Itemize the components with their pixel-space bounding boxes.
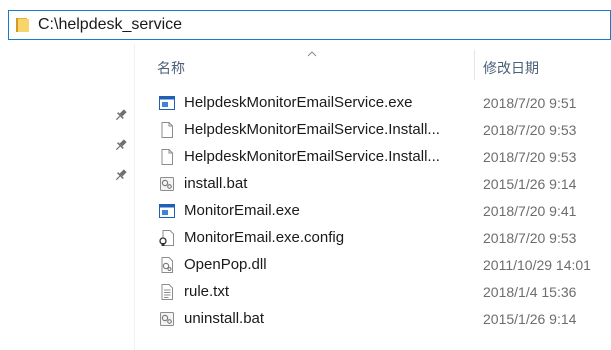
file-date: 2018/7/20 9:51 — [483, 95, 577, 111]
file-name: OpenPop.dll — [184, 256, 267, 273]
file-name: HelpdeskMonitorEmailService.exe — [184, 94, 413, 111]
text-file-icon — [159, 284, 175, 300]
file-date: 2011/10/29 14:01 — [483, 257, 591, 273]
file-name: install.bat — [184, 175, 248, 192]
exe-icon — [159, 95, 175, 111]
file-name: MonitorEmail.exe — [184, 202, 300, 219]
file-list: HelpdeskMonitorEmailService.exe 2018/7/2… — [135, 90, 611, 333]
sort-ascending-icon — [307, 45, 317, 57]
file-name: MonitorEmail.exe.config — [184, 229, 345, 246]
dll-icon — [159, 257, 175, 273]
folder-icon — [16, 17, 29, 33]
file-date: 2015/1/26 9:14 — [483, 176, 577, 192]
column-header: 名称 修改日期 — [135, 48, 611, 84]
batch-file-icon — [159, 311, 175, 327]
file-row[interactable]: HelpdeskMonitorEmailService.exe 2018/7/2… — [135, 90, 611, 117]
file-date: 2015/1/26 9:14 — [483, 311, 577, 327]
file-row[interactable]: rule.txt 2018/1/4 15:36 — [135, 279, 611, 306]
file-date: 2018/7/20 9:53 — [483, 149, 577, 165]
file-row[interactable]: MonitorEmail.exe.config 2018/7/20 9:53 — [135, 225, 611, 252]
file-row[interactable]: HelpdeskMonitorEmailService.Install... 2… — [135, 117, 611, 144]
column-header-name[interactable]: 名称 — [157, 58, 185, 78]
pin-icon[interactable] — [114, 108, 128, 122]
document-icon — [159, 149, 175, 165]
file-row[interactable]: uninstall.bat 2015/1/26 9:14 — [135, 306, 611, 333]
pin-icon[interactable] — [114, 138, 128, 152]
file-name: rule.txt — [184, 283, 230, 300]
document-icon — [159, 122, 175, 138]
column-divider[interactable] — [474, 50, 475, 80]
file-date: 2018/1/4 15:36 — [483, 284, 577, 300]
exe-icon — [159, 203, 175, 219]
file-row[interactable]: OpenPop.dll 2011/10/29 14:01 — [135, 252, 611, 279]
file-name: uninstall.bat — [184, 310, 265, 327]
address-input[interactable] — [38, 12, 578, 38]
file-row[interactable]: HelpdeskMonitorEmailService.Install... 2… — [135, 144, 611, 171]
file-row[interactable]: install.bat 2015/1/26 9:14 — [135, 171, 611, 198]
batch-file-icon — [159, 176, 175, 192]
file-row[interactable]: MonitorEmail.exe 2018/7/20 9:41 — [135, 198, 611, 225]
file-date: 2018/7/20 9:53 — [483, 122, 577, 138]
file-name: HelpdeskMonitorEmailService.Install... — [184, 121, 440, 138]
column-header-date-modified[interactable]: 修改日期 — [483, 58, 539, 78]
pin-icon[interactable] — [114, 168, 128, 182]
navigation-pane — [0, 44, 134, 350]
file-date: 2018/7/20 9:41 — [483, 203, 577, 219]
config-file-icon — [159, 230, 175, 246]
file-name: HelpdeskMonitorEmailService.Install... — [184, 148, 440, 165]
file-date: 2018/7/20 9:53 — [483, 230, 577, 246]
address-bar[interactable] — [8, 10, 611, 40]
